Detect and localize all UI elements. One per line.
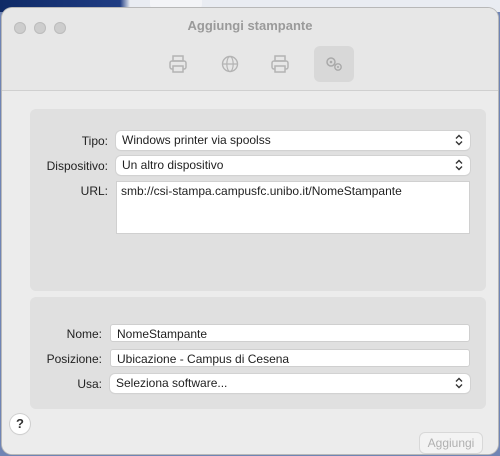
device-label: Dispositivo: [46, 159, 108, 173]
device-select-value: Un altro dispositivo [122, 158, 224, 172]
window-title: Aggiungi stampante [187, 18, 313, 33]
connection-panel: Tipo: Windows printer via spoolss Dispos… [30, 109, 486, 291]
gears-icon [326, 57, 342, 71]
url-label: URL: [80, 184, 108, 198]
url-field[interactable]: smb://csi-stampa.campusfc.unibo.it/NomeS… [116, 181, 470, 234]
toolbar-ip-printer-button[interactable] [210, 46, 250, 82]
device-select[interactable]: Un altro dispositivo [116, 156, 470, 175]
printer-info-panel: Nome: NomeStampante Posizione: Ubicazion… [30, 297, 486, 409]
location-field[interactable]: Ubicazione - Campus di Cesena [110, 349, 470, 367]
name-label: Nome: [66, 327, 102, 341]
use-select[interactable]: Seleziona software... [110, 374, 470, 393]
chevron-updown-icon [455, 377, 463, 389]
add-printer-window: Aggiungi stampante Tipo: Windows printer… [2, 8, 498, 454]
printer-type-toolbar [2, 46, 498, 84]
printer-alt-icon [271, 55, 289, 73]
toolbar-advanced-button[interactable] [314, 46, 354, 82]
globe-icon [221, 55, 239, 73]
chevron-updown-icon [455, 134, 463, 146]
printer-icon [169, 55, 187, 73]
use-label: Usa: [77, 377, 102, 391]
toolbar-windows-printer-button[interactable] [260, 46, 300, 82]
title-bar: Aggiungi stampante [2, 8, 498, 91]
name-field[interactable]: NomeStampante [110, 324, 470, 342]
type-select-value: Windows printer via spoolss [122, 133, 271, 147]
add-button[interactable]: Aggiungi [420, 433, 482, 453]
chevron-updown-icon [455, 159, 463, 171]
use-select-value: Seleziona software... [116, 376, 228, 390]
location-label: Posizione: [46, 352, 102, 366]
help-button[interactable]: ? [10, 414, 30, 434]
type-select[interactable]: Windows printer via spoolss [116, 131, 470, 150]
toolbar-default-printer-button[interactable] [158, 46, 198, 82]
type-label: Tipo: [81, 134, 108, 148]
main-content: Tipo: Windows printer via spoolss Dispos… [2, 91, 498, 454]
